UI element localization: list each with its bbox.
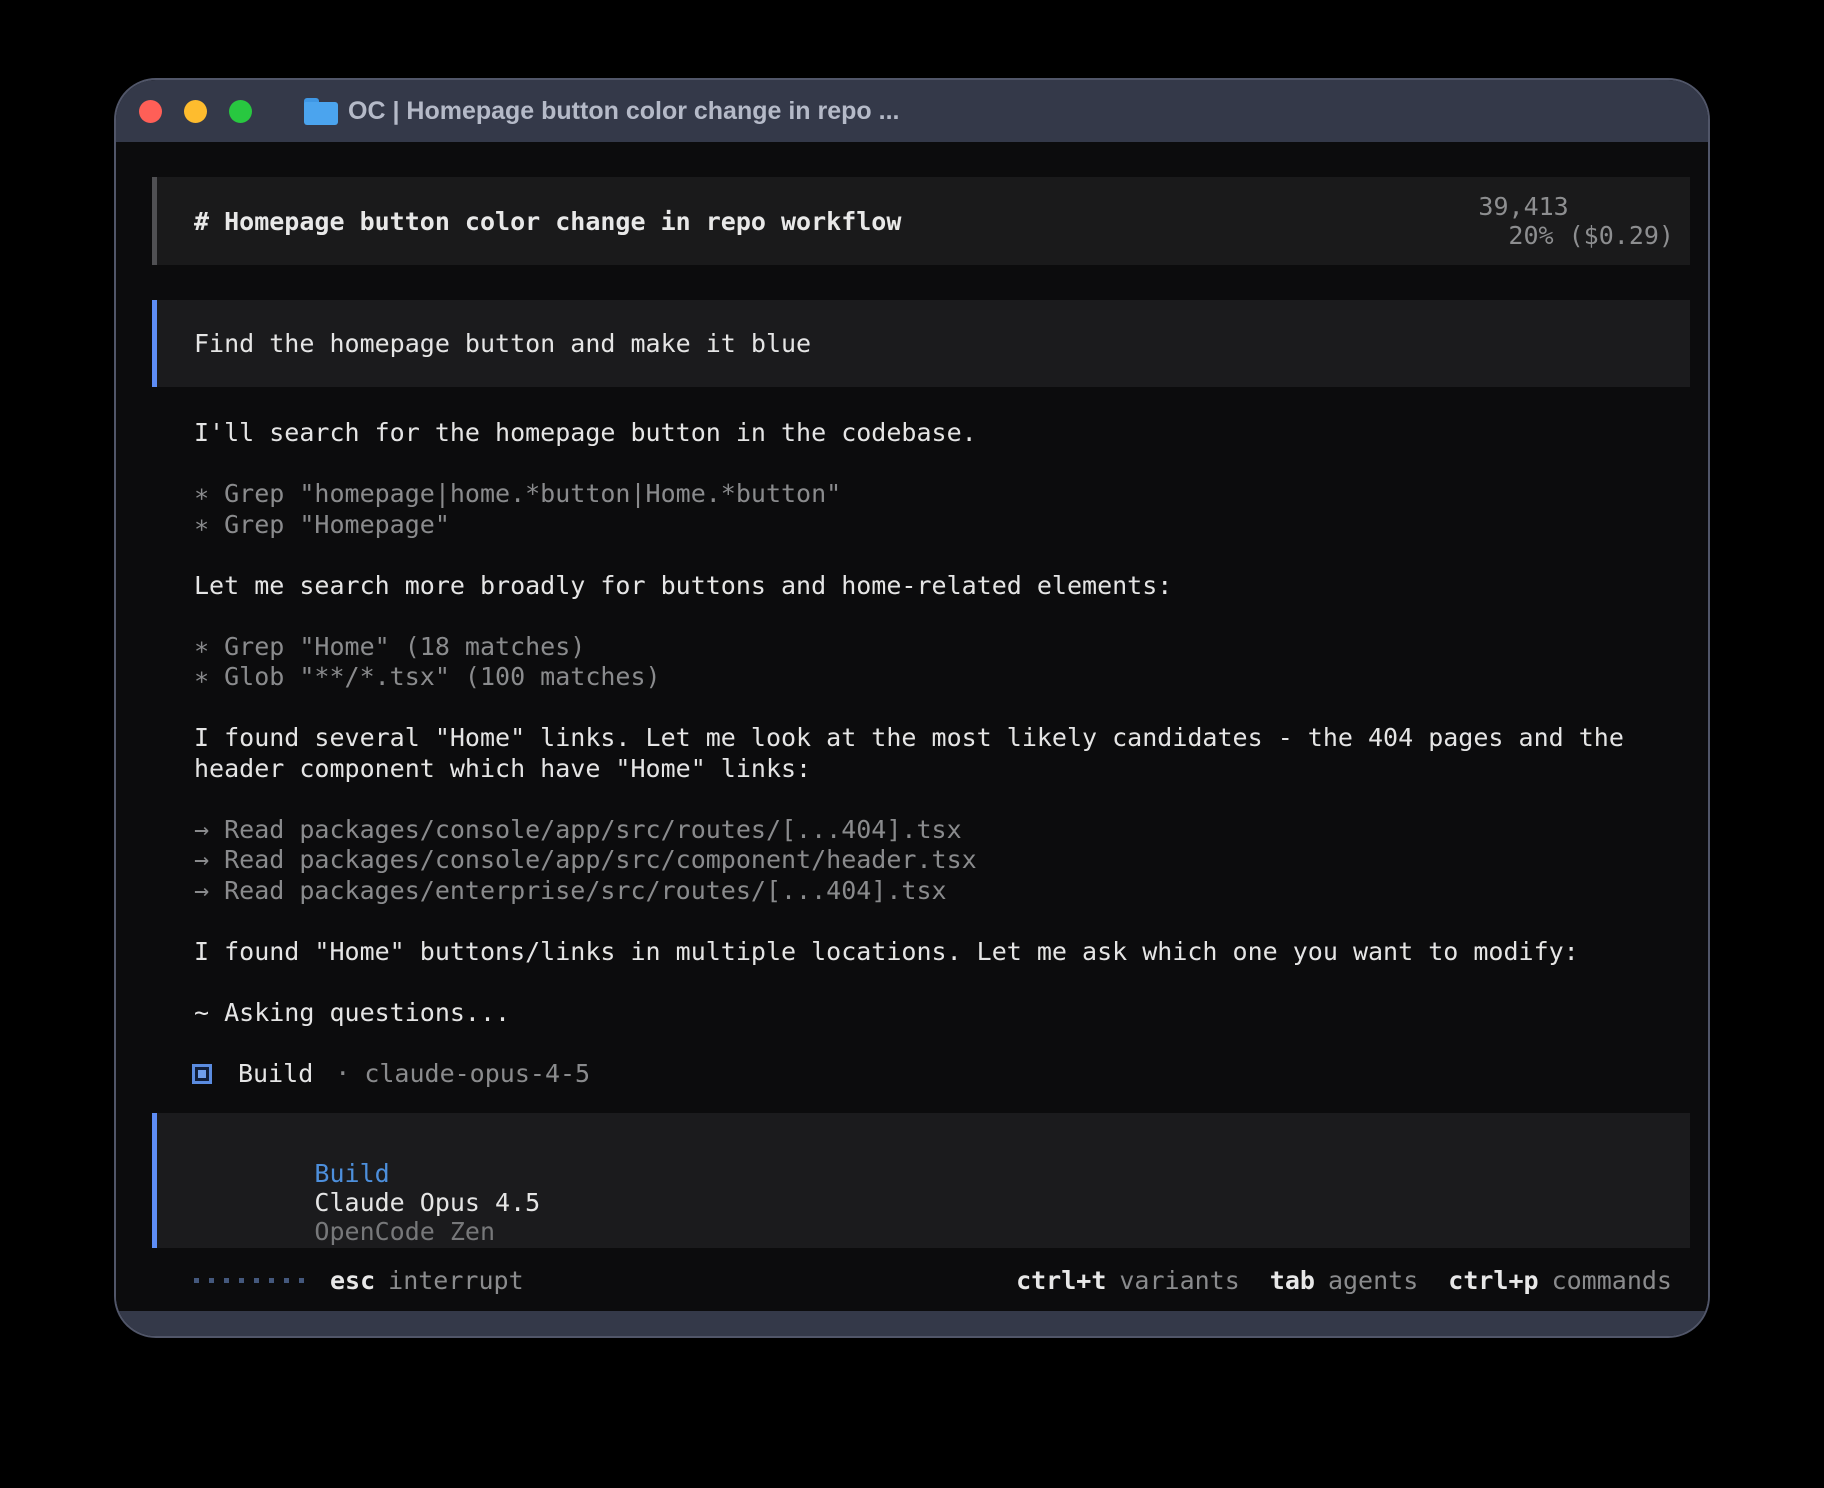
context-cost: 20% ($0.29) [1508,221,1674,250]
close-button[interactable] [139,100,162,123]
shortcut-variants: ctrl+t variants [1016,1266,1240,1295]
agent-name: Build [238,1059,313,1090]
status-bar: esc interrupt ctrl+t variants tab agents… [116,1265,1708,1296]
window-titlebar[interactable]: OC | Homepage button color change in rep… [116,80,1708,142]
tool-call-grep: ∗ Grep "Homepage" [194,510,1624,541]
assistant-paragraph: I found "Home" buttons/links in multiple… [194,937,1624,968]
assistant-status: ~ Asking questions... [194,998,1624,1029]
shortcut-commands: ctrl+p commands [1448,1266,1672,1295]
agent-separator: · [335,1059,350,1090]
token-count: 39,413 [1478,192,1568,221]
shortcut-key-ctrl-t: ctrl+t [1016,1266,1106,1295]
agent-build-icon [192,1064,212,1084]
user-message-text: Find the homepage button and make it blu… [194,329,811,358]
minimize-button[interactable] [184,100,207,123]
tool-call-grep: ∗ Grep "Home" (18 matches) [194,632,1624,663]
tool-call-grep: ∗ Grep "homepage|home.*button|Home.*butt… [194,479,1624,510]
tool-call-read: → Read packages/console/app/src/componen… [194,845,1624,876]
spinner-dot [239,1278,244,1283]
window-title: OC | Homepage button color change in rep… [348,97,899,126]
window-bottom-strip [116,1311,1708,1336]
shortcut-label-agents: agents [1328,1266,1418,1295]
model-label[interactable]: Claude Opus 4.5 [314,1188,540,1217]
shortcut-group: ctrl+t variants tab agents ctrl+p comman… [1016,1266,1672,1295]
assistant-paragraph: Let me search more broadly for buttons a… [194,571,1624,602]
spinner-dot [284,1278,289,1283]
shortcut-label-commands: commands [1552,1266,1672,1295]
shortcut-label-interrupt: interrupt [388,1266,523,1295]
spinner-dot [299,1278,304,1283]
spinner-dot [209,1278,214,1283]
input-status-line: Build Claude Opus 4.5 OpenCode Zen [194,1130,1674,1275]
shortcut-key-tab: tab [1270,1266,1315,1295]
folder-icon [304,98,338,125]
agent-attribution: Build · claude-opus-4-5 [194,1059,1624,1090]
mode-label[interactable]: Build [314,1159,389,1188]
zoom-button[interactable] [229,100,252,123]
shortcut-label-variants: variants [1119,1266,1239,1295]
spinner-dot [194,1278,199,1283]
shortcut-key-ctrl-p: ctrl+p [1448,1266,1538,1295]
prompt-input[interactable]: Build Claude Opus 4.5 OpenCode Zen [152,1113,1690,1248]
terminal-window: OC | Homepage button color change in rep… [114,78,1710,1338]
shortcut-key-esc: esc [330,1266,375,1295]
user-message: Find the homepage button and make it blu… [152,300,1690,387]
assistant-paragraph: header component which have "Home" links… [194,754,1624,785]
provider-label: OpenCode Zen [314,1217,495,1246]
spinner-dot [269,1278,274,1283]
session-header: # Homepage button color change in repo w… [152,177,1690,265]
spinner-icon [194,1278,314,1283]
session-title: # Homepage button color change in repo w… [194,207,1358,236]
spinner-dot [254,1278,259,1283]
shortcut-interrupt: esc interrupt [330,1266,524,1295]
assistant-conversation: I'll search for the homepage button in t… [194,418,1624,1089]
session-stats: 39,413 20% ($0.29) [1358,163,1674,279]
assistant-paragraph: I found several "Home" links. Let me loo… [194,723,1624,754]
tool-call-glob: ∗ Glob "**/*.tsx" (100 matches) [194,662,1624,693]
shortcut-agents: tab agents [1270,1266,1418,1295]
tool-call-read: → Read packages/console/app/src/routes/[… [194,815,1624,846]
terminal-content: # Homepage button color change in repo w… [116,142,1708,1311]
tool-call-read: → Read packages/enterprise/src/routes/[.… [194,876,1624,907]
assistant-paragraph: I'll search for the homepage button in t… [194,418,1624,449]
spinner-dot [224,1278,229,1283]
agent-model: claude-opus-4-5 [364,1059,590,1090]
